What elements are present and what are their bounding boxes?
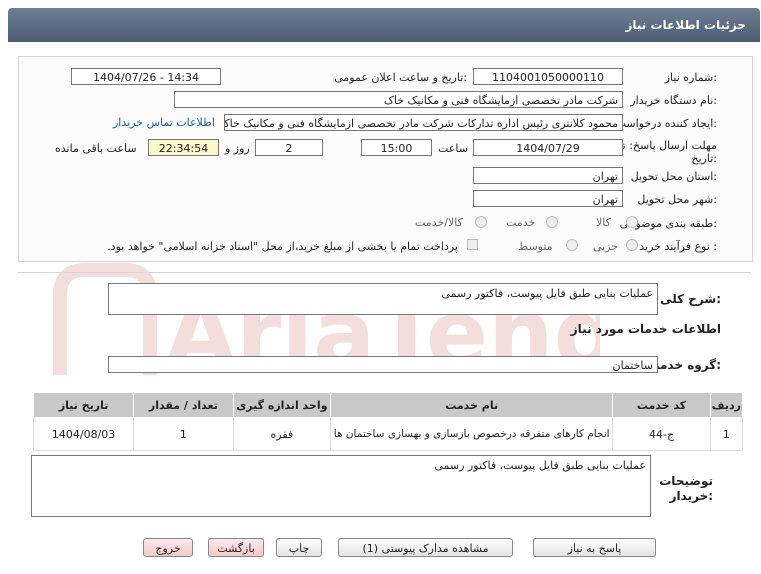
remaining-time-field: 22:34:54 (148, 139, 219, 156)
cell-service-code: ج-44 (612, 417, 711, 451)
treasury-payment-note: پرداخت تمام یا بخشی از مبلغ خرید،از محل … (107, 240, 458, 253)
need-number-field[interactable]: 1104001050000110 (473, 68, 623, 85)
requester-field[interactable]: محمود کلانتری رئیس اداره تدارکات شرکت ما… (224, 114, 623, 131)
col-header-quantity: تعداد / مقدار (133, 392, 234, 418)
category-goods-label: کالا (596, 216, 611, 229)
province-field[interactable]: تهران (473, 167, 623, 184)
process-minor-radio[interactable] (626, 239, 638, 251)
buyer-notes-label-2: خریدار: (669, 489, 713, 503)
col-header-service-name: نام خدمت (330, 392, 614, 418)
announce-field[interactable]: 1404/07/26 - 14:34 (71, 68, 221, 85)
remaining-time-label: ساعت باقی مانده (55, 142, 137, 155)
buyer-notes-label: توضیحات (659, 474, 713, 488)
treasury-payment-checkbox[interactable] (467, 239, 478, 250)
category-service-label: خدمت (506, 216, 536, 229)
service-group-label: گروه خدمت: (647, 358, 721, 372)
view-documents-button[interactable]: مشاهده مدارک پیوستی (1) (338, 538, 513, 557)
services-info-title: اطلاعات خدمات مورد نیاز (570, 322, 721, 336)
need-number-label: شماره نیاز: (664, 71, 717, 84)
deadline-label-2: تاریخ: (691, 152, 717, 165)
cell-service-name: انجام کارهای متفرقه درخصوص بازسازی و بهس… (330, 417, 614, 451)
table-row: 1 ج-44 انجام کارهای متفرقه درخصوص بازساز… (32, 417, 744, 451)
province-label: استان محل تحویل: (630, 170, 717, 183)
col-header-row-number: ردیف (709, 392, 744, 418)
city-label: شهر محل تحویل: (637, 193, 717, 206)
deadline-time-field[interactable]: 15:00 (361, 139, 432, 156)
deadline-days-field[interactable]: 2 (255, 139, 323, 156)
buyer-contact-link[interactable]: اطلاعات تماس خریدار (113, 116, 215, 129)
service-group-field[interactable]: ساختمان (108, 356, 658, 373)
reply-button[interactable]: پاسخ به نیاز (533, 538, 656, 557)
category-both-label: کالا/خدمت (415, 216, 463, 229)
city-field[interactable]: تهران (473, 190, 623, 207)
services-table: ردیف کد خدمت نام خدمت واحد اندازه گیری ت… (32, 392, 744, 451)
category-goods-radio[interactable] (626, 216, 638, 228)
deadline-label: مهلت ارسال پاسخ: تا (619, 139, 717, 152)
cell-need-date: 1404/08/03 (32, 417, 135, 451)
buyer-org-field[interactable]: شرکت مادر تخصصی ازمایشگاه فنی و مکانیک خ… (174, 91, 623, 108)
page-title: جزئیات اطلاعات نیاز (625, 18, 746, 32)
process-label: نوع فرآیند خرید : (639, 240, 717, 253)
summary-textarea[interactable]: عملیات بنایی طبق فایل پیوست، فاکتور رسمی (108, 283, 658, 315)
col-header-unit: واحد اندازه گیری (232, 392, 332, 418)
buyer-org-label: نام دستگاه خریدار: (630, 94, 717, 107)
deadline-time-label: ساعت (438, 142, 468, 155)
col-header-service-code: کد خدمت (612, 392, 711, 418)
form-panel (18, 56, 753, 262)
section-divider (18, 272, 751, 273)
cell-unit: فقره (232, 417, 332, 451)
cell-row-number: 1 (709, 417, 744, 451)
process-medium-radio[interactable] (566, 239, 578, 251)
announce-label: تاریخ و ساعت اعلان عمومی: (334, 71, 467, 84)
watermark: AriaTender.net (53, 263, 600, 387)
cell-quantity: 1 (133, 417, 234, 451)
process-minor-label: جزیی (593, 240, 619, 253)
col-header-need-date: تاریخ نیاز (32, 392, 135, 418)
table-header-row: ردیف کد خدمت نام خدمت واحد اندازه گیری ت… (32, 392, 744, 418)
deadline-date-field[interactable]: 1404/07/29 (473, 139, 623, 156)
category-service-radio[interactable] (546, 216, 558, 228)
back-button[interactable]: بازگشت (208, 538, 264, 557)
header-bar: جزئیات اطلاعات نیاز (8, 8, 760, 42)
buyer-notes-textarea[interactable]: عملیات بنایی طبق فایل پیوست، فاکتور رسمی (31, 455, 651, 517)
category-both-radio[interactable] (475, 216, 487, 228)
exit-button[interactable]: خروج (143, 538, 193, 557)
process-medium-label: متوسط (518, 240, 553, 253)
requester-label: ایجاد کننده درخواست: (615, 117, 717, 130)
print-button[interactable]: چاپ (276, 538, 322, 557)
deadline-days-label: روز و (225, 142, 250, 155)
